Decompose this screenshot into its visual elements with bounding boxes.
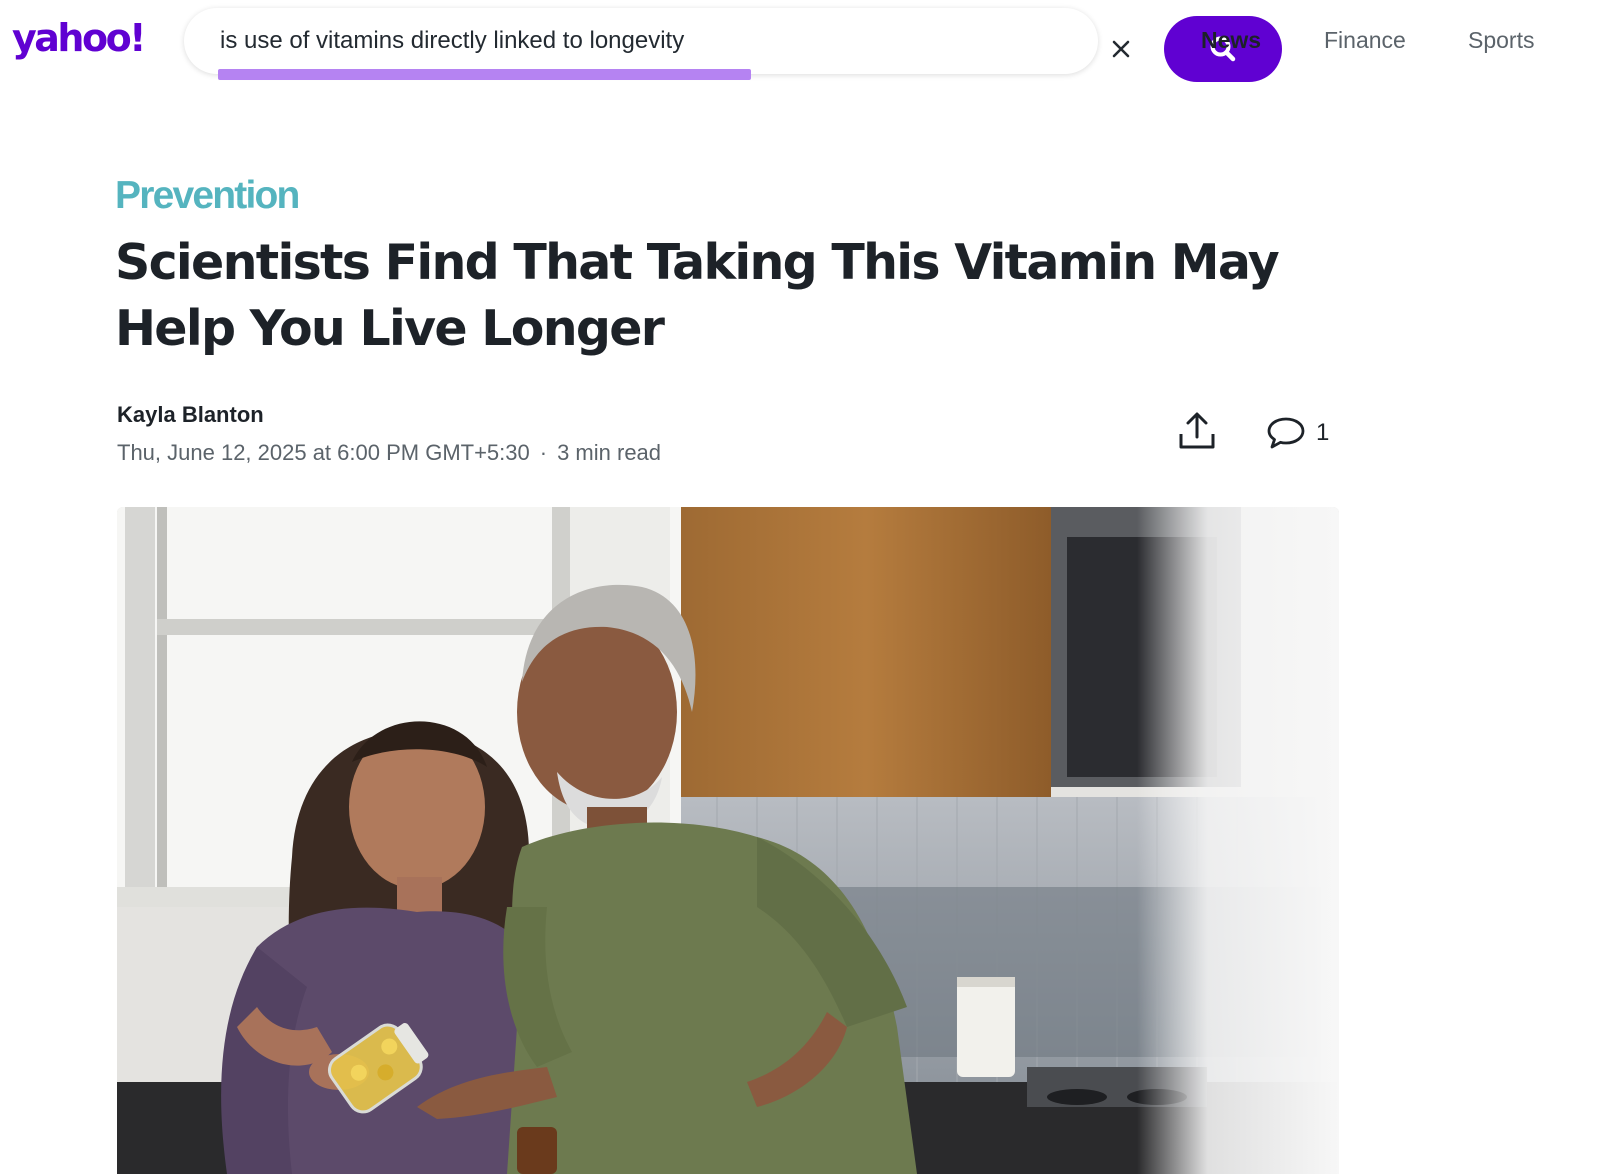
nav-finance[interactable]: Finance <box>1324 24 1406 56</box>
comments-button[interactable]: 1 <box>1266 416 1329 450</box>
clear-search-button[interactable] <box>1106 34 1136 64</box>
meta-separator: · <box>539 440 548 465</box>
yahoo-logo[interactable]: yahoo! <box>12 14 147 62</box>
publisher-logo[interactable]: Prevention <box>115 172 300 220</box>
search-query-highlight <box>218 69 751 80</box>
comment-count: 1 <box>1316 419 1330 446</box>
search-input[interactable] <box>220 8 880 74</box>
nav-sports[interactable]: Sports <box>1468 24 1534 56</box>
comment-icon <box>1267 417 1305 449</box>
article-meta: Thu, June 12, 2025 at 6:00 PM GMT+5:30 · 3… <box>117 438 661 468</box>
share-button[interactable] <box>1176 410 1218 452</box>
search-bar <box>184 8 1282 82</box>
article-headline: Scientists Find That Taking This Vitamin… <box>115 234 1280 357</box>
share-icon <box>1179 412 1215 449</box>
article-hero-image[interactable] <box>117 507 1339 1174</box>
publish-date: Thu, June 12, 2025 at 6:00 PM GMT+5:30 <box>117 440 530 465</box>
read-time: 3 min read <box>557 440 662 465</box>
author-name[interactable]: Kayla Blanton <box>117 400 264 430</box>
page: yahoo! News Finance Sports Prevention Sc… <box>0 0 1600 1174</box>
hero-photo-illustration <box>117 507 1339 1174</box>
close-icon <box>1112 40 1130 58</box>
nav-news[interactable]: News <box>1201 24 1261 56</box>
